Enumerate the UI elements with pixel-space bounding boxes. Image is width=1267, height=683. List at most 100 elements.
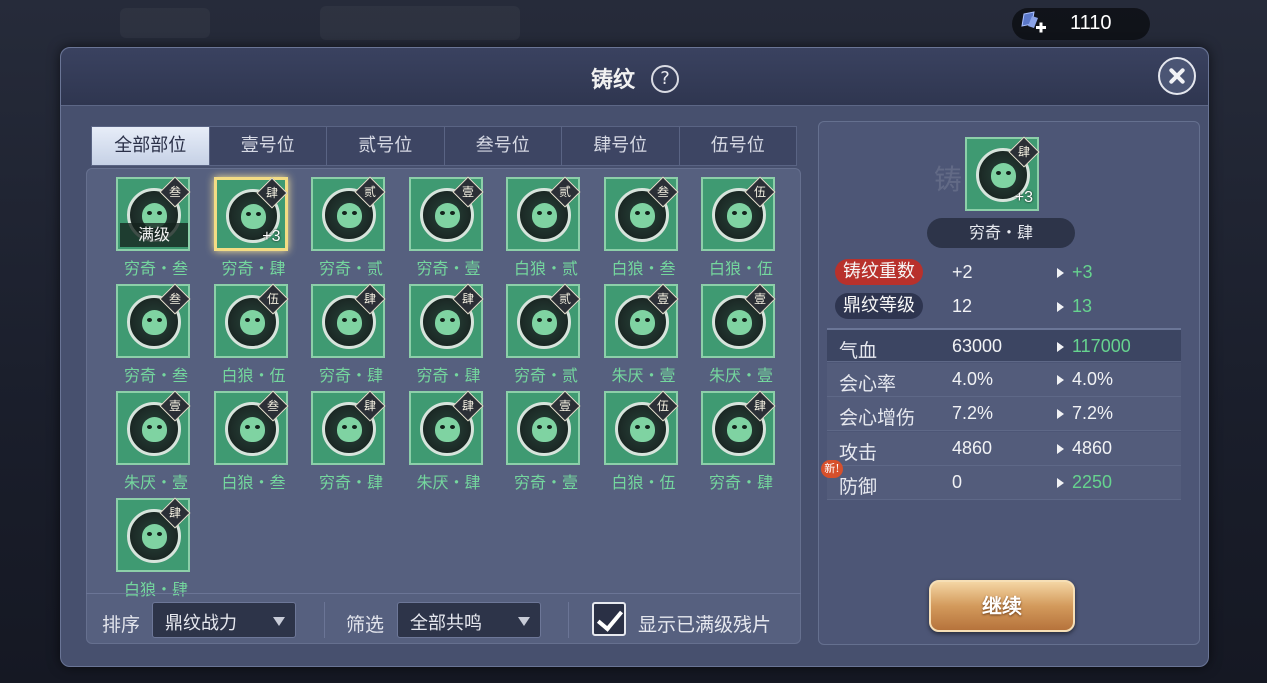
tab-slot-1[interactable]: 壹号位 bbox=[210, 127, 327, 165]
stat-row: 会心增伤 7.2% 7.2% bbox=[827, 397, 1181, 431]
fragment-cell[interactable]: 壹朱厌・壹 bbox=[696, 283, 776, 388]
fragment-cell[interactable]: 肆白狼・肆 bbox=[111, 497, 191, 602]
beast-face-icon bbox=[532, 417, 557, 442]
filter-dropdown[interactable]: 全部共鸣 bbox=[397, 602, 541, 638]
fragment-cell[interactable]: 肆 +3 穷奇・肆 bbox=[209, 177, 289, 281]
tab-slot-3[interactable]: 叁号位 bbox=[445, 127, 562, 165]
fragment-cell[interactable]: 肆穷奇・肆 bbox=[306, 283, 386, 388]
sort-dropdown[interactable]: 鼎纹战力 bbox=[152, 602, 296, 638]
tab-slot-5[interactable]: 伍号位 bbox=[680, 127, 797, 165]
background-shape bbox=[320, 6, 520, 40]
stat-next: 7.2% bbox=[1072, 403, 1114, 423]
forge-count-current: +2 bbox=[952, 262, 973, 282]
forge-count-label: 铸纹重数 bbox=[835, 259, 923, 285]
fragment-item[interactable]: 肆 bbox=[701, 390, 776, 465]
close-button[interactable] bbox=[1158, 57, 1196, 95]
grade-row: 鼎纹等级 12 13 bbox=[827, 290, 1181, 324]
fragment-cell[interactable]: 伍白狼・伍 bbox=[599, 390, 679, 495]
fragment-cell[interactable]: 叁白狼・叁 bbox=[599, 176, 679, 281]
beast-face-icon bbox=[337, 203, 362, 228]
fragment-item[interactable]: 叁 bbox=[603, 176, 679, 251]
rank-text: 壹 bbox=[558, 399, 571, 413]
rank-text: 肆 bbox=[363, 399, 376, 413]
beast-face-icon bbox=[240, 204, 266, 229]
stat-row: 新! 防御 0 2250 bbox=[821, 460, 1181, 500]
fragment-item[interactable]: 叁 bbox=[116, 283, 191, 358]
chevron-down-icon bbox=[273, 617, 285, 626]
fragment-item[interactable]: 叁满级 bbox=[116, 176, 191, 251]
fragment-cell[interactable]: 贰穷奇・贰 bbox=[306, 176, 386, 281]
arrow-right-icon bbox=[1057, 302, 1064, 312]
fragment-name: 穷奇・贰 bbox=[318, 259, 383, 278]
fragment-item[interactable]: 壹 bbox=[116, 390, 191, 465]
fragment-cell[interactable]: 伍白狼・伍 bbox=[696, 176, 776, 281]
fragment-cell[interactable]: 伍白狼・伍 bbox=[209, 283, 289, 388]
fragment-item[interactable]: 肆 +3 bbox=[213, 177, 288, 251]
fragment-cell[interactable]: 壹朱厌・壹 bbox=[599, 283, 679, 388]
show-full-checkbox[interactable] bbox=[592, 602, 626, 636]
tab-slot-4[interactable]: 肆号位 bbox=[562, 127, 680, 165]
fragment-item[interactable]: 伍 bbox=[603, 390, 679, 465]
filter-value: 全部共鸣 bbox=[410, 613, 482, 634]
beast-face-icon bbox=[727, 310, 752, 335]
fragment-cell[interactable]: 壹穷奇・壹 bbox=[404, 176, 484, 281]
beast-face-icon bbox=[434, 310, 460, 335]
fragment-item[interactable]: 贰 bbox=[506, 283, 581, 358]
fragment-cell[interactable]: 壹穷奇・壹 bbox=[501, 390, 581, 495]
fragment-item[interactable]: 壹 bbox=[506, 390, 581, 465]
fragment-name: 穷奇・叁 bbox=[123, 259, 188, 278]
fragment-item[interactable]: 肆 bbox=[116, 497, 191, 572]
rank-text: 肆 bbox=[1017, 145, 1030, 159]
forge-dialog: 铸纹 ? 全部部位 壹号位 贰号位 叁号位 肆号位 伍号位 叁满级 穷奇・叁肆 +3… bbox=[60, 47, 1209, 667]
fragment-item[interactable]: 肆 bbox=[408, 390, 484, 465]
fragment-cell[interactable]: 叁穷奇・叁 bbox=[111, 283, 191, 388]
fragment-cell[interactable]: 肆穷奇・肆 bbox=[696, 390, 776, 495]
fragment-cell[interactable]: 肆朱厌・肆 bbox=[404, 390, 484, 495]
stat-next: 2250 bbox=[1072, 472, 1113, 492]
fragment-name: 白狼・叁 bbox=[611, 259, 676, 278]
fragment-item[interactable]: 伍 bbox=[213, 283, 289, 358]
tab-all-slots[interactable]: 全部部位 bbox=[92, 127, 210, 165]
fragment-name: 穷奇・肆 bbox=[221, 259, 286, 278]
fragment-item[interactable]: 叁 bbox=[213, 390, 289, 465]
help-icon[interactable]: ? bbox=[651, 65, 679, 93]
beast-face-icon bbox=[532, 203, 557, 228]
fragment-item[interactable]: 壹 bbox=[603, 283, 679, 358]
fragment-item[interactable]: 贰 bbox=[311, 176, 386, 251]
fragment-name: 穷奇・肆 bbox=[318, 473, 383, 492]
rank-text: 肆 bbox=[753, 399, 766, 413]
rank-text: 叁 bbox=[168, 185, 181, 199]
currency-display[interactable]: 1110 bbox=[1012, 8, 1150, 40]
dialog-header: 铸纹 ? bbox=[61, 48, 1208, 106]
fragment-item[interactable]: 肆 bbox=[408, 283, 484, 358]
filter-label: 筛选 bbox=[346, 614, 385, 636]
fragment-item[interactable]: 肆 bbox=[311, 283, 386, 358]
arrow-right-icon bbox=[1057, 409, 1064, 419]
fragment-cell[interactable]: 叁满级穷奇・叁 bbox=[111, 176, 191, 281]
fragment-cell[interactable]: 肆穷奇・肆 bbox=[404, 283, 484, 388]
fragment-cell[interactable]: 贰穷奇・贰 bbox=[501, 283, 581, 388]
fragment-item[interactable]: 壹 bbox=[701, 283, 776, 358]
beast-face-icon bbox=[629, 203, 655, 228]
fragment-grid-panel: 叁满级 穷奇・叁肆 +3 穷奇・肆贰穷奇・贰壹穷奇・壹贰白狼・贰叁白狼・叁伍白狼・伍叁… bbox=[86, 168, 801, 644]
fragment-item[interactable]: 肆 bbox=[311, 390, 386, 465]
rank-text: 肆 bbox=[363, 292, 376, 306]
stat-label: 防御 bbox=[839, 476, 878, 498]
grade-current: 12 bbox=[952, 296, 973, 316]
currency-amount: 1110 bbox=[1070, 12, 1112, 34]
fragment-name: 穷奇・肆 bbox=[318, 366, 383, 385]
fragment-item[interactable]: 壹 bbox=[408, 176, 484, 251]
stat-label: 攻击 bbox=[839, 441, 878, 464]
fragment-item[interactable]: 贰 bbox=[506, 176, 581, 251]
fragment-cell[interactable]: 贰白狼・贰 bbox=[501, 176, 581, 281]
continue-button[interactable]: 继续 bbox=[929, 580, 1075, 632]
fragment-cell[interactable]: 壹朱厌・壹 bbox=[111, 390, 191, 495]
crystal-plus-icon[interactable] bbox=[1018, 10, 1048, 38]
fragment-cell[interactable]: 叁白狼・叁 bbox=[209, 390, 289, 495]
grade-label: 鼎纹等级 bbox=[835, 293, 923, 319]
chevron-down-icon bbox=[518, 617, 530, 626]
tab-slot-2[interactable]: 贰号位 bbox=[327, 127, 445, 165]
rank-text: 肆 bbox=[461, 399, 474, 413]
fragment-cell[interactable]: 肆穷奇・肆 bbox=[306, 390, 386, 495]
fragment-item[interactable]: 伍 bbox=[701, 176, 776, 251]
